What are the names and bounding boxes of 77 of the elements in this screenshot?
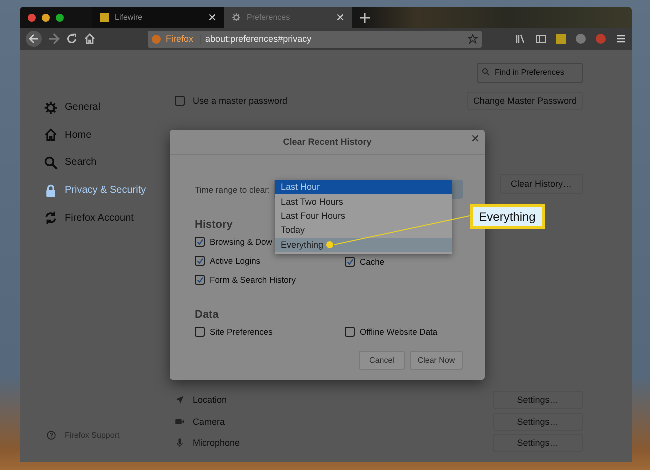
- checkbox-label: Browsing & Dow: [210, 237, 272, 247]
- microphone-icon: [175, 438, 185, 448]
- sidebar-item[interactable]: Firefox Account: [44, 204, 170, 232]
- back-arrow-icon: [29, 34, 39, 44]
- settings-button[interactable]: Settings…: [493, 391, 583, 410]
- site-favicon-icon: [100, 13, 109, 22]
- checkbox-label: Cache: [360, 257, 385, 267]
- search-field[interactable]: Find in Preferences: [477, 62, 583, 82]
- sidebar-icon[interactable]: [536, 34, 546, 44]
- sidebar-item[interactable]: Home: [44, 122, 170, 150]
- back-button[interactable]: [26, 31, 42, 47]
- callout-label: Everything: [470, 204, 545, 229]
- help-icon: [47, 431, 56, 440]
- clear-history-button[interactable]: Clear History…: [500, 174, 583, 194]
- search-icon: [482, 68, 490, 76]
- checkbox-label: Active Logins: [210, 256, 261, 266]
- browser-logo-icon: [152, 34, 161, 44]
- sidebar-item[interactable]: General: [44, 94, 170, 122]
- checkbox[interactable]: [195, 275, 205, 285]
- close-icon[interactable]: [472, 135, 479, 142]
- gear-icon: [44, 100, 58, 115]
- browser-tab[interactable]: Lifewire: [92, 7, 224, 28]
- permission-label: Location: [193, 395, 228, 406]
- time-range-label: Time range to clear:: [195, 184, 270, 194]
- forward-icon[interactable]: [48, 33, 60, 45]
- url-text: about:preferences#privacy: [206, 34, 313, 44]
- sidebar-item[interactable]: Search: [44, 149, 170, 177]
- library-icon[interactable]: [516, 34, 526, 44]
- dropdown-option[interactable]: Last Four Hours: [275, 208, 452, 224]
- dropdown-option[interactable]: Last Two Hours: [275, 194, 452, 209]
- checkbox[interactable]: [195, 256, 205, 266]
- sidebar-item[interactable]: Privacy & Security: [44, 176, 170, 204]
- permission-label: Camera: [193, 416, 226, 427]
- checkbox-label: Site Preferences: [210, 327, 273, 337]
- address-bar[interactable]: Firefox about:preferences#privacy: [148, 30, 482, 48]
- reload-icon[interactable]: [66, 33, 78, 45]
- dialog-title: Clear Recent History: [283, 137, 372, 147]
- section-heading: Data: [195, 309, 219, 321]
- dropdown-option[interactable]: Today: [275, 223, 452, 238]
- zoom-window-button[interactable]: [56, 14, 64, 22]
- checkbox[interactable]: [345, 257, 355, 267]
- settings-button[interactable]: Settings…: [493, 434, 583, 452]
- change-password-button[interactable]: Change Master Password: [467, 92, 583, 110]
- tab-title: Lifewire: [115, 13, 144, 22]
- dialog-button[interactable]: Cancel: [359, 351, 405, 370]
- dialog-button[interactable]: Clear Now: [410, 351, 463, 370]
- gear-icon: [232, 13, 241, 22]
- browser-tab[interactable]: Preferences: [224, 7, 352, 28]
- camera-icon: [175, 416, 185, 427]
- checkbox-label: Form & Search History: [210, 275, 296, 285]
- search-icon: [44, 156, 58, 170]
- location-arrow-icon: [175, 395, 185, 406]
- minimize-window-button[interactable]: [42, 14, 50, 22]
- close-tab-icon[interactable]: [337, 14, 344, 21]
- checkbox[interactable]: [195, 237, 205, 247]
- tab-title: Preferences: [247, 13, 292, 22]
- menu-icon[interactable]: [616, 34, 626, 44]
- star-icon[interactable]: [468, 34, 478, 44]
- checkbox-label: Offline Website Data: [360, 327, 438, 337]
- checkbox[interactable]: [175, 96, 185, 106]
- checkbox-label: Use a master password: [193, 96, 288, 106]
- lock-icon: [44, 184, 58, 198]
- pointer-dot: [326, 242, 334, 248]
- checkbox[interactable]: [345, 327, 355, 337]
- settings-button[interactable]: Settings…: [493, 412, 583, 431]
- dropdown-option[interactable]: Last Hour: [275, 180, 452, 194]
- identity-label: Firefox: [166, 34, 201, 44]
- sync-arrows-icon: [44, 211, 58, 226]
- close-window-button[interactable]: [28, 14, 36, 22]
- home-icon: [44, 128, 58, 142]
- permission-label: Microphone: [193, 438, 240, 448]
- section-heading: History: [195, 219, 233, 231]
- new-tab-icon[interactable]: [360, 12, 370, 22]
- checkbox[interactable]: [195, 327, 205, 337]
- home-icon[interactable]: [84, 33, 96, 45]
- close-tab-icon[interactable]: [209, 14, 216, 21]
- dropdown-option[interactable]: Everything: [275, 238, 452, 252]
